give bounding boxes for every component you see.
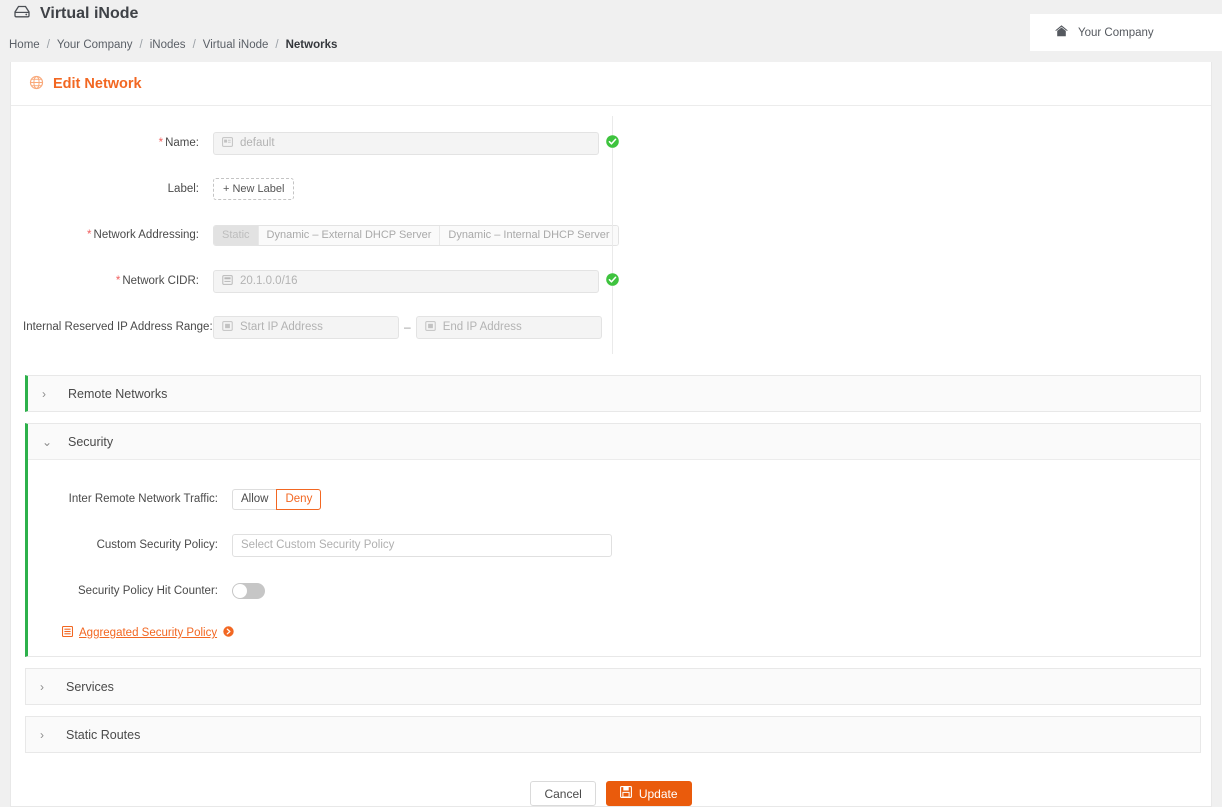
addressing-option-external-dhcp[interactable]: Dynamic – External DHCP Server [258,225,441,245]
ip-address-icon [424,320,436,334]
app-title: Virtual iNode [12,4,138,24]
company-selector[interactable]: Your Company [1030,14,1222,51]
breadcrumb-item-virtual-inode[interactable]: Virtual iNode [203,39,269,51]
breadcrumb-separator: / [46,39,50,51]
section-services: › Services [25,668,1201,705]
app-title-text: Virtual iNode [40,5,139,22]
section-security-body: Inter Remote Network Traffic: Allow Deny… [28,459,1200,656]
form-row-network-addressing: * Network Addressing: Static Dynamic – Ex… [11,212,1211,258]
custom-security-policy-select[interactable]: Select Custom Security Policy [232,533,612,557]
company-name: Your Company [1078,26,1154,39]
aggregated-security-policy-link[interactable]: Aggregated Security Policy [28,625,1200,640]
required-marker: * [158,137,164,149]
network-cidr-valid-icon [606,273,619,289]
hit-counter-label: Security Policy Hit Counter: [78,585,218,597]
required-marker: * [115,275,121,287]
form-row-hit-counter: Security Policy Hit Counter: [28,568,1200,614]
reserved-range-start-input[interactable]: Start IP Address [213,315,399,339]
hit-counter-toggle[interactable] [232,583,265,599]
name-value: default [240,137,275,149]
name-input[interactable]: default [213,131,619,155]
form-row-reserved-range: Internal Reserved IP Address Range: Star… [11,304,1211,350]
home-icon [1054,24,1069,41]
section-services-title: Services [66,679,114,694]
section-static-routes-header[interactable]: › Static Routes [26,717,1200,752]
network-globe-icon [29,75,44,93]
cidr-box-icon [222,274,233,288]
inode-device-icon [12,4,32,24]
breadcrumb-separator: / [275,39,279,51]
breadcrumb-separator: / [139,39,143,51]
edit-network-card: Edit Network * Name: default Label: + Ne… [10,62,1212,807]
form-vertical-divider [612,116,613,354]
form-row-label: Label: + New Label [11,166,1211,212]
form-row-network-cidr: * Network CIDR: 20.1.0.0/16 [11,258,1211,304]
reserved-range-label: Internal Reserved IP Address Range: [23,321,213,333]
section-static-routes: › Static Routes [25,716,1201,753]
update-button[interactable]: Update [605,781,692,806]
network-addressing-segmented-control[interactable]: Static Dynamic – External DHCP Server Dy… [213,224,619,246]
addressing-option-static[interactable]: Static [214,225,259,245]
traffic-option-allow[interactable]: Allow [232,488,277,510]
network-cidr-input[interactable]: 20.1.0.0/16 [213,269,619,293]
name-valid-icon [606,135,619,151]
card-header: Edit Network [11,62,1211,106]
network-form: * Name: default Label: + New Label * Net… [11,106,1211,364]
breadcrumb-item-home[interactable]: Home [9,39,40,51]
save-disk-icon [619,786,632,801]
chevron-right-icon: › [40,727,44,742]
form-row-inter-remote-traffic: Inter Remote Network Traffic: Allow Deny [28,476,1200,522]
section-services-header[interactable]: › Services [26,669,1200,704]
breadcrumb-item-networks[interactable]: Networks [286,39,338,51]
chevron-right-icon: › [42,386,46,401]
section-security: ⌄ Security Inter Remote Network Traffic:… [25,423,1201,657]
page-title: Edit Network [53,75,142,92]
breadcrumb-separator: / [192,39,196,51]
section-static-routes-title: Static Routes [66,727,141,742]
inter-remote-traffic-toggle-group[interactable]: Allow Deny [232,488,322,510]
breadcrumb: Home / Your Company / iNodes / Virtual i… [9,39,337,51]
top-bar: Virtual iNode Home / Your Company / iNod… [0,0,1222,62]
range-dash: – [404,320,411,334]
network-cidr-value: 20.1.0.0/16 [240,275,298,287]
breadcrumb-item-your-company[interactable]: Your Company [57,39,133,51]
reserved-range-end-placeholder: End IP Address [442,321,522,333]
addressing-option-internal-dhcp[interactable]: Dynamic – Internal DHCP Server [440,225,618,245]
new-label-button[interactable]: + New Label [213,178,295,200]
label-label: Label: [167,183,199,195]
section-remote-networks-header[interactable]: › Remote Networks [28,376,1200,411]
breadcrumb-item-inodes[interactable]: iNodes [150,39,186,51]
network-cidr-label: * Network CIDR: [115,275,199,287]
inter-remote-traffic-label: Inter Remote Network Traffic: [68,493,218,505]
custom-security-policy-label: Custom Security Policy: [96,539,218,551]
section-remote-networks-title: Remote Networks [68,386,168,401]
ip-address-icon [222,320,233,334]
chevron-down-icon: ⌄ [42,434,53,449]
network-addressing-label: * Network Addressing: [87,229,199,241]
arrow-circle-right-icon [223,626,234,640]
policy-list-icon [61,625,74,640]
form-row-custom-security-policy: Custom Security Policy: Select Custom Se… [28,522,1200,568]
update-button-label: Update [638,786,678,801]
form-actions: Cancel Update [11,753,1211,806]
form-row-name: * Name: default [11,120,1211,166]
traffic-option-deny[interactable]: Deny [276,488,322,510]
aggregated-security-policy-label: Aggregated Security Policy [79,627,218,639]
reserved-range-start-placeholder: Start IP Address [240,321,323,333]
required-marker: * [87,229,92,241]
custom-security-policy-placeholder: Select Custom Security Policy [241,539,395,551]
section-remote-networks: › Remote Networks [25,375,1201,412]
chevron-right-icon: › [40,679,44,694]
reserved-range-end-input[interactable]: End IP Address [415,315,602,339]
cancel-button[interactable]: Cancel [530,781,596,806]
toggle-knob [233,584,247,598]
section-security-title: Security [68,434,114,449]
section-security-header[interactable]: ⌄ Security [28,424,1200,459]
name-label: * Name: [158,137,199,149]
name-badge-icon [222,136,233,150]
